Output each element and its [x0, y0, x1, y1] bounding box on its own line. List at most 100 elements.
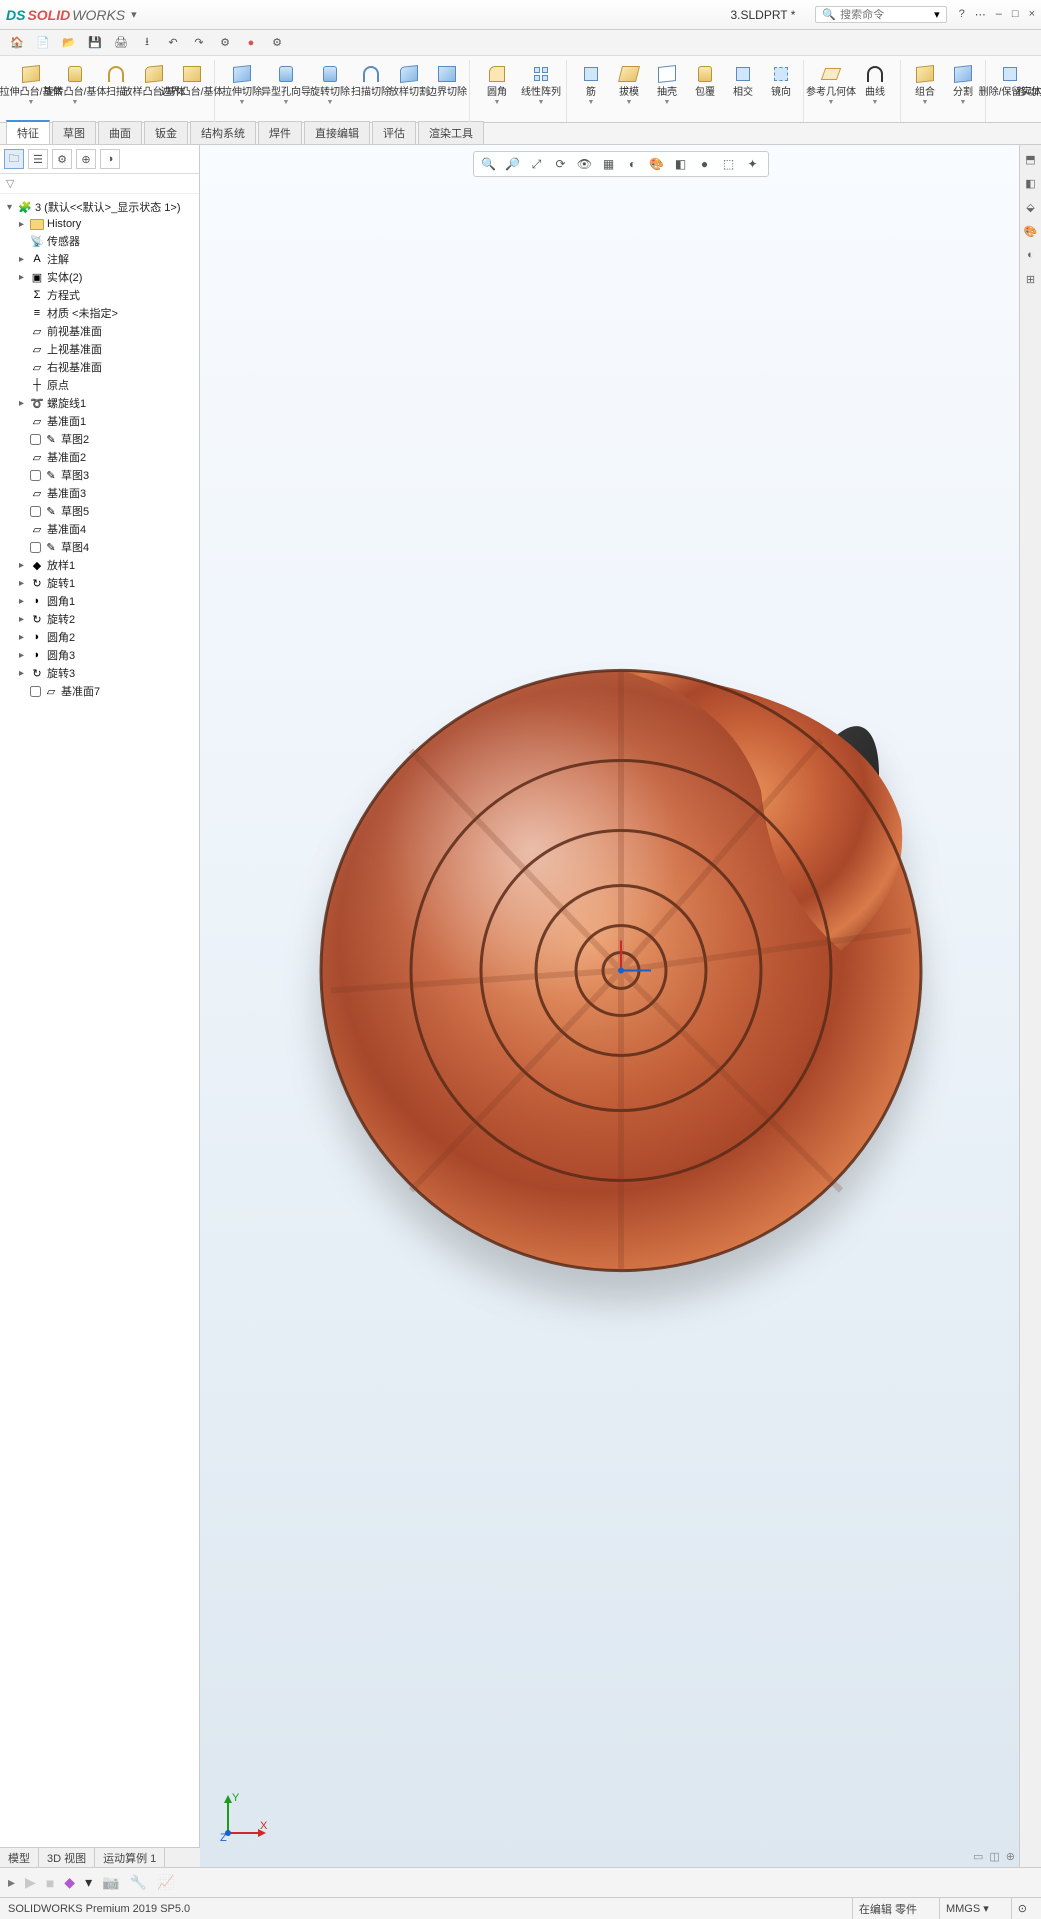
display-style-icon[interactable]: ▦ [600, 155, 618, 173]
extrude-boss-button[interactable]: 拉伸凸台/基体▼ [12, 62, 50, 106]
tree-node[interactable]: ✎草图4 [2, 538, 197, 556]
tree-node[interactable]: ✎草图5 [2, 502, 197, 520]
tab-surfaces[interactable]: 曲面 [98, 121, 142, 144]
tab-model[interactable]: 模型 [0, 1848, 39, 1868]
node-visibility-checkbox[interactable] [30, 686, 41, 697]
qat-open-icon[interactable]: 📂 [60, 34, 78, 52]
tree-node[interactable]: ✎草图3 [2, 466, 197, 484]
tree-node[interactable]: ┼原点 [2, 376, 197, 394]
tree-node[interactable]: ✎草图2 [2, 430, 197, 448]
tree-root[interactable]: ▾🧩 3 (默认<<默认>_显示状态 1>) [2, 198, 197, 216]
tp-graph-icon[interactable]: 📈 [157, 1874, 174, 1891]
node-visibility-checkbox[interactable] [30, 470, 41, 481]
node-visibility-checkbox[interactable] [30, 434, 41, 445]
tree-node[interactable]: ▸◆放样1 [2, 556, 197, 574]
close-icon[interactable]: × [1029, 8, 1035, 21]
tree-node[interactable]: ▸◗圆角1 [2, 592, 197, 610]
curves-button[interactable]: 曲线▼ [856, 62, 894, 106]
link-view-icon[interactable]: ⊕ [1006, 1850, 1015, 1863]
tree-node[interactable]: ▸↻旋转3 [2, 664, 197, 682]
tree-node[interactable]: ▸A注解 [2, 250, 197, 268]
tree-node[interactable]: ▸↻旋转2 [2, 610, 197, 628]
tab-3dview[interactable]: 3D 视图 [39, 1848, 95, 1868]
split-button[interactable]: 分割▼ [947, 62, 979, 106]
hide-show-icon[interactable]: ● [696, 155, 714, 173]
tree-node[interactable]: ≡材质 <未指定> [2, 304, 197, 322]
revolve-boss-button[interactable]: 旋转凸台/基体▼ [56, 62, 94, 106]
revolve-cut-button[interactable]: 旋转切除▼ [311, 62, 349, 106]
boundary-boss-button[interactable]: 边界凸台/基体 [176, 62, 208, 106]
move-body-button[interactable]: 移动/复制实体 [1032, 62, 1041, 98]
rail-forum-icon[interactable]: ⊞ [1023, 271, 1039, 287]
tree-node[interactable]: ▱右视基准面 [2, 358, 197, 376]
scene-icon[interactable]: ◧ [672, 155, 690, 173]
tab-features[interactable]: 特征 [6, 120, 50, 144]
rail-custom-props-icon[interactable]: ◐ [1023, 247, 1039, 263]
fillet-button[interactable]: 圆角▼ [478, 62, 516, 106]
mirror-button[interactable]: 镜向 [765, 62, 797, 106]
tree-node[interactable]: ▸◗圆角2 [2, 628, 197, 646]
search-command[interactable]: 🔍 ▾ [815, 6, 946, 23]
tp-cam-icon[interactable]: 📷 [102, 1874, 119, 1891]
tree-node[interactable]: ▸➰螺旋线1 [2, 394, 197, 412]
fm-tree-icon[interactable]: 🗀 [4, 149, 24, 169]
shell-button[interactable]: 抽壳▼ [651, 62, 683, 106]
rib-button[interactable]: 筋▼ [575, 62, 607, 106]
feature-tree-filter[interactable]: ▽ [0, 174, 199, 194]
wrap-button[interactable]: 包覆 [689, 62, 721, 106]
qat-undo-icon[interactable]: ↶ [164, 34, 182, 52]
fm-display-icon[interactable]: ◑ [100, 149, 120, 169]
tree-node[interactable]: ▱基准面1 [2, 412, 197, 430]
tp-wrench-icon[interactable]: 🔧 [130, 1874, 147, 1891]
help-icon[interactable]: ? [959, 8, 965, 21]
model-body[interactable] [301, 630, 941, 1313]
tree-node[interactable]: ▱基准面7 [2, 682, 197, 700]
tab-sheetmetal[interactable]: 钣金 [144, 121, 188, 144]
rail-resources-icon[interactable]: ⬒ [1023, 151, 1039, 167]
loft-cut-button[interactable]: 放样切割 [393, 62, 425, 106]
loft-boss-button[interactable]: 放样凸台/基体 [138, 62, 170, 106]
boundary-cut-button[interactable]: 边界切除 [431, 62, 463, 106]
apply-scene-icon[interactable]: ✦ [744, 155, 762, 173]
view-orient-icon[interactable]: 👁 [576, 155, 594, 173]
reference-geom-button[interactable]: 参考几何体▼ [812, 62, 850, 106]
tab-structure[interactable]: 结构系统 [190, 121, 256, 144]
qat-record-icon[interactable]: ● [242, 34, 260, 52]
intersect-button[interactable]: 相交 [727, 62, 759, 106]
rail-file-explorer-icon[interactable]: ⬙ [1023, 199, 1039, 215]
pan-icon[interactable]: ⤢ [528, 155, 546, 173]
rail-appearances-icon[interactable]: 🎨 [1023, 223, 1039, 239]
search-dropdown-icon[interactable]: ▾ [934, 8, 940, 21]
qat-rebuild-icon[interactable]: ⭳ [138, 34, 156, 52]
tree-node[interactable]: Σ方程式 [2, 286, 197, 304]
tree-node[interactable]: ▸◗圆角3 [2, 646, 197, 664]
tab-directedit[interactable]: 直接编辑 [304, 121, 370, 144]
appearance-icon[interactable]: 🎨 [648, 155, 666, 173]
edit-appear-icon[interactable]: ⬚ [720, 155, 738, 173]
draft-button[interactable]: 拔模▼ [613, 62, 645, 106]
combine-button[interactable]: 组合▼ [909, 62, 941, 106]
tab-sketch[interactable]: 草图 [52, 121, 96, 144]
qat-save-icon[interactable]: 💾 [86, 34, 104, 52]
sweep-cut-button[interactable]: 扫描切除 [355, 62, 387, 106]
tree-node[interactable]: ▸▣实体(2) [2, 268, 197, 286]
overflow-icon[interactable]: ⋯ [975, 8, 986, 21]
rail-design-lib-icon[interactable]: ◧ [1023, 175, 1039, 191]
tree-node[interactable]: ▱基准面2 [2, 448, 197, 466]
tp-arrow-icon[interactable]: ▸ [8, 1874, 15, 1891]
graphics-viewport[interactable]: 🔍 🔎 ⤢ ⟳ 👁 ▦ ◐ 🎨 ◧ ● ⬚ ✦ [200, 145, 1041, 1867]
multi-view-icon[interactable]: ◫ [989, 1850, 999, 1863]
status-custom-icon[interactable]: ⊙ [1011, 1898, 1033, 1919]
tp-play-icon[interactable]: ▶ [25, 1874, 36, 1891]
tp-stop-icon[interactable]: ■ [46, 1875, 54, 1891]
tab-weldments[interactable]: 焊件 [258, 121, 302, 144]
zoom-area-icon[interactable]: 🔎 [504, 155, 522, 173]
qat-new-icon[interactable]: 📄 [34, 34, 52, 52]
qat-print-icon[interactable]: 🖨 [112, 34, 130, 52]
tree-node[interactable]: 📡传感器 [2, 232, 197, 250]
qat-home-icon[interactable]: 🏠 [8, 34, 26, 52]
extrude-cut-button[interactable]: 拉伸切除▼ [223, 62, 261, 106]
sweep-button[interactable]: 扫描 [100, 62, 132, 106]
tab-evaluate[interactable]: 评估 [372, 121, 416, 144]
orientation-triad[interactable]: Y X Z [220, 1791, 270, 1841]
